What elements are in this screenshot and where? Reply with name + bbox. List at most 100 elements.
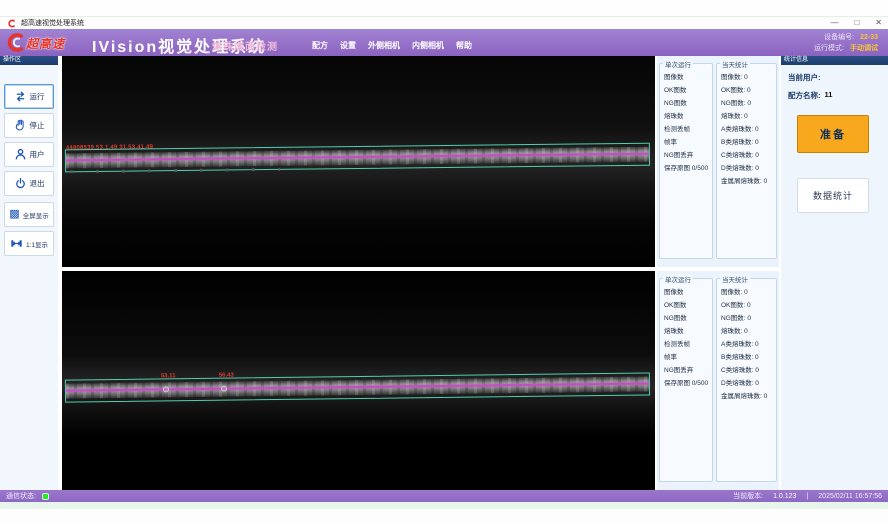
stat-row: 检测丢帧 (664, 123, 712, 136)
stat-row: NG图数: 0 (721, 97, 776, 110)
stat-row: 图像数: 0 (721, 71, 776, 84)
stat-row: B类熔珠数: 0 (721, 136, 776, 149)
run-icon (14, 90, 27, 103)
statistics-info-panel: 统计信息 当前用户: 配方名称: 11 准备 数据统计 (781, 56, 888, 490)
desktop-margin (0, 509, 888, 522)
user-icon (14, 148, 27, 161)
recipe-name-value: 11 (825, 90, 833, 101)
stat-row: C类熔珠数: 0 (721, 149, 776, 162)
stop-hand-icon (14, 119, 27, 132)
version-datetime: 当前版本: 1.0.123 | 2025/02/11 16:57:56 (733, 490, 882, 502)
stat-row: 保存原图 0/500 (664, 377, 712, 390)
stat-row: OK图数: 0 (721, 84, 776, 97)
version-value: 1.0.123 (773, 493, 796, 500)
camera2-detected-point (221, 386, 227, 392)
device-id-label: 设备编号: (824, 32, 854, 43)
stat-row: 保存原图 0/500 (664, 162, 712, 175)
stat-row: 金属屑熔珠数: 0 (721, 175, 776, 188)
maximize-button[interactable]: □ (854, 19, 859, 27)
device-info: 设备编号: 22-33 运行模式: 手动调试 (814, 32, 878, 54)
stat-row: 图像数 (664, 71, 712, 84)
stat-row: NG图数 (664, 312, 712, 325)
app-subtitle: 熔珠端面检测 (212, 38, 278, 53)
exit-button[interactable]: 退出 (4, 171, 54, 196)
menu-item[interactable]: 外侧相机 (368, 40, 400, 51)
stat-row: OK图数: 0 (721, 299, 776, 312)
stat-row: D类熔珠数: 0 (721, 162, 776, 175)
stat-row: 熔珠数 (664, 110, 712, 123)
run-button[interactable]: 运行 (4, 84, 54, 109)
stat-row: 图像数 (664, 286, 712, 299)
device-id-value: 22-33 (860, 32, 878, 43)
stat-row: 熔珠数: 0 (721, 110, 776, 123)
one-to-one-button[interactable]: 1:1显示 (4, 231, 54, 256)
brand-logo-icon (5, 32, 26, 53)
menu-item[interactable]: 内侧相机 (412, 40, 444, 51)
exit-button-label: 退出 (30, 178, 45, 189)
fullscreen-button[interactable]: ▩ 全屏显示 (4, 202, 54, 227)
single-run-groupbox: 单次运行 图像数OK图数NG图数熔珠数检测丢帧帧率NG图丢弃保存原图 0/500 (659, 278, 713, 482)
stat-row: 帧率 (664, 136, 712, 149)
camera2-point-label: 53.11 (161, 373, 176, 379)
prepare-button[interactable]: 准备 (797, 115, 869, 153)
fullscreen-button-label: 全屏显示 (23, 210, 49, 220)
daily-stats-title: 当天统计 (720, 274, 750, 284)
user-button[interactable]: 用户 (4, 142, 54, 167)
camera-view-outer: 44808539.53,1.49 31.53,41.49 (62, 56, 655, 267)
sidebar-title: 操作区 (0, 56, 58, 65)
desktop-margin (0, 0, 888, 17)
stat-row: 金属屑熔珠数: 0 (721, 390, 776, 403)
stat-row: OK图数 (664, 84, 712, 97)
run-mode-value: 手动调试 (850, 43, 878, 54)
menu-item[interactable]: 帮助 (456, 40, 472, 51)
window-title: 超高速视觉处理系统 (21, 18, 84, 28)
datetime-value: 2025/02/11 16:57:56 (818, 493, 882, 500)
single-run-groupbox: 单次运行 图像数OK图数NG图数熔珠数检测丢帧帧率NG图丢弃保存原图 0/500 (659, 63, 713, 259)
one-to-one-icon (10, 237, 23, 250)
stat-row: NG图数 (664, 97, 712, 110)
single-run-title: 单次运行 (663, 274, 693, 284)
fullscreen-icon: ▩ (9, 209, 19, 220)
daily-stats-groupbox: 当天统计 图像数: 0OK图数: 0NG图数: 0熔珠数: 0A类熔珠数: 0B… (716, 63, 777, 259)
stat-row: NG图丢弃 (664, 149, 712, 162)
stat-row: 帧率 (664, 351, 712, 364)
stat-row: 检测丢帧 (664, 338, 712, 351)
app-window: 超高速视觉处理系统 — □ ✕ 超高速 IVision视觉处理系统 熔珠端面检测… (0, 0, 888, 522)
menu-item[interactable]: 配方 (312, 40, 328, 51)
user-button-label: 用户 (30, 149, 45, 160)
daily-stats-groupbox: 当天统计 图像数: 0OK图数: 0NG图数: 0熔珠数: 0A类熔珠数: 0B… (716, 278, 777, 482)
comm-status-label: 通信状态: (6, 491, 36, 501)
camera2-strip-assembly: 53.11 56.43 (62, 368, 655, 409)
close-button[interactable]: ✕ (875, 19, 882, 27)
current-user-label: 当前用户: (788, 72, 821, 83)
camera-view-inner: 53.11 56.43 (62, 271, 655, 490)
minimize-button[interactable]: — (830, 19, 838, 27)
stat-row: NG图数: 0 (721, 312, 776, 325)
version-label: 当前版本: (733, 491, 763, 501)
menu-item[interactable]: 设置 (340, 40, 356, 51)
camera2-point-label: 56.43 (219, 373, 234, 379)
stat-row: OK图数 (664, 299, 712, 312)
stat-row: NG图丢弃 (664, 364, 712, 377)
stat-row: D类熔珠数: 0 (721, 377, 776, 390)
stop-button[interactable]: 停止 (4, 113, 54, 138)
single-run-title: 单次运行 (663, 59, 693, 69)
camera2-detected-point (163, 386, 169, 392)
info-panel-title: 统计信息 (781, 56, 888, 65)
operation-sidebar: 操作区 运行 停止 用户 退出 ▩ (0, 56, 58, 490)
data-statistics-button[interactable]: 数据统计 (797, 178, 869, 213)
brand-logo-text: 超高速 (26, 35, 65, 52)
status-bar: 通信状态: 当前版本: 1.0.123 | 2025/02/11 16:57:5… (0, 490, 888, 502)
app-header: 超高速 IVision视觉处理系统 熔珠端面检测 配方设置外侧相机内侧相机帮助 … (0, 29, 888, 56)
one-to-one-button-label: 1:1显示 (26, 239, 48, 249)
run-mode-label: 运行模式: (814, 43, 844, 54)
stat-row: A类熔珠数: 0 (721, 338, 776, 351)
recipe-name-label: 配方名称: (788, 90, 821, 101)
stat-row: 熔珠数 (664, 325, 712, 338)
comm-status-indicator (42, 493, 49, 500)
run-button-label: 运行 (30, 91, 45, 102)
power-icon (14, 177, 27, 190)
stop-button-label: 停止 (30, 120, 45, 131)
camera1-strip-assembly: 44808539.53,1.49 31.53,41.49 (62, 139, 655, 180)
stat-row: B类熔珠数: 0 (721, 351, 776, 364)
